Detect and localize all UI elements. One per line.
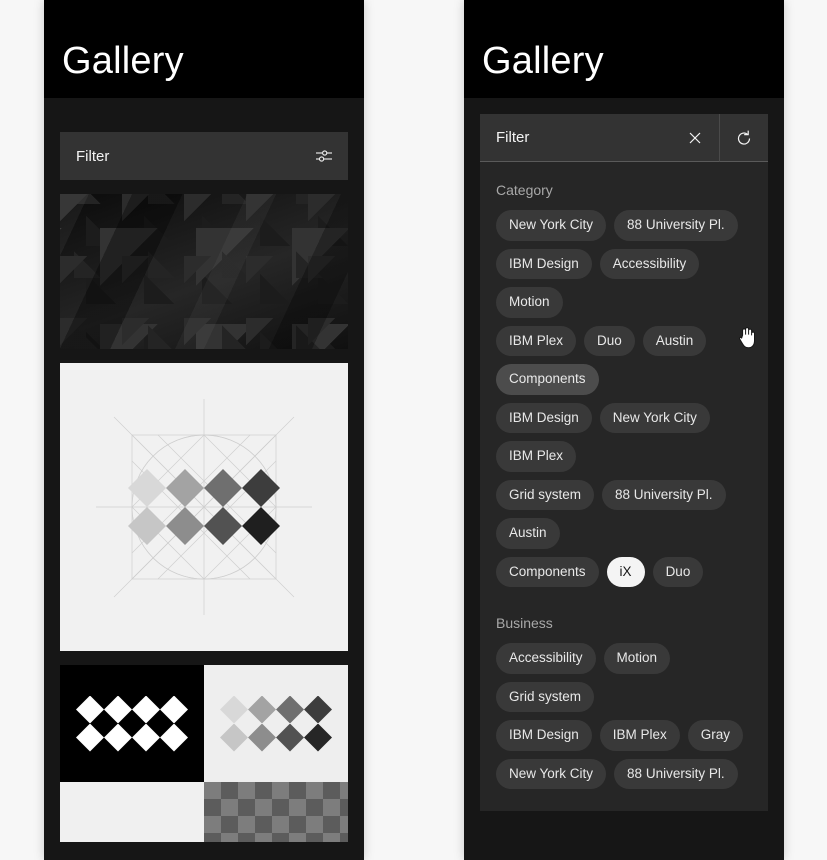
gallery-cards-left	[44, 180, 364, 842]
tag-row: IBM Design IBM Plex Gray	[480, 720, 768, 759]
filter-tag[interactable]: Grid system	[496, 681, 595, 712]
filter-tag-ix-selected[interactable]: iX	[606, 556, 645, 587]
logo-mark-gray	[128, 469, 280, 545]
filter-tag[interactable]: 88 University Pl.	[614, 758, 738, 789]
filter-section-left: Filter	[44, 98, 364, 180]
filter-dropdown: Category New York City 88 University Pl.…	[480, 162, 768, 811]
logo-mark-gray-small	[220, 695, 332, 752]
filter-tag-components-hovered[interactable]: Components	[496, 364, 599, 395]
filter-tag[interactable]: Accessibility	[599, 248, 700, 279]
filter-tag[interactable]: Austin	[642, 325, 707, 356]
page-title: Gallery	[62, 40, 184, 82]
sliders-icon[interactable]	[300, 132, 348, 180]
filter-tag[interactable]: Gray	[687, 720, 744, 751]
filter-tag[interactable]: IBM Plex	[599, 720, 680, 751]
filter-label: Filter	[480, 114, 671, 162]
tag-row: IBM Design New York City IBM Plex	[480, 402, 768, 480]
tile-argyle-pattern	[204, 782, 348, 842]
filter-tag[interactable]: IBM Design	[496, 720, 592, 751]
tile-plain	[60, 782, 204, 842]
filter-tag[interactable]: IBM Design	[496, 402, 592, 433]
reset-icon[interactable]	[719, 114, 768, 162]
tag-row: Components iX Duo	[480, 556, 768, 596]
filter-tag[interactable]: Motion	[603, 643, 671, 674]
filter-tag[interactable]: Components	[496, 556, 599, 587]
filter-tag[interactable]: New York City	[599, 402, 710, 433]
panel-header-left: Gallery	[44, 0, 364, 98]
tag-row: Accessibility Motion Grid system	[480, 643, 768, 720]
gallery-panel-right: Gallery Filter Category New York City 88…	[464, 0, 784, 860]
filter-tag[interactable]: Duo	[652, 556, 704, 587]
close-icon[interactable]	[671, 114, 719, 162]
filter-bar-closed[interactable]: Filter	[60, 132, 348, 180]
tag-row: Grid system 88 University Pl. Austin	[480, 479, 768, 557]
filter-group-title-category: Category	[496, 182, 553, 198]
screen: Gallery Filter Gallery Filter Category N…	[0, 0, 827, 860]
filter-tag[interactable]: Motion	[496, 287, 563, 318]
filter-tag[interactable]: IBM Design	[496, 248, 592, 279]
tag-row: IBM Design Accessibility Motion	[480, 248, 768, 326]
tag-row: New York City 88 University Pl.	[480, 758, 768, 798]
tile-light	[204, 665, 348, 782]
sliders-glyph	[314, 146, 334, 166]
filter-tag[interactable]: New York City	[496, 758, 607, 789]
logo-tiles-image[interactable]	[60, 665, 348, 842]
filter-tag[interactable]: 88 University Pl.	[614, 210, 738, 241]
gallery-panel-left: Gallery Filter	[44, 0, 364, 860]
tag-row: IBM Plex Duo Austin Components	[480, 325, 768, 403]
grid-construction-image[interactable]	[60, 363, 348, 651]
filter-label: Filter	[76, 147, 110, 165]
dark-blocks-image[interactable]	[60, 194, 348, 349]
filter-tag[interactable]: New York City	[496, 210, 607, 241]
filter-tag[interactable]: IBM Plex	[496, 441, 577, 472]
filter-tag[interactable]: Duo	[584, 325, 635, 356]
filter-section-right: Filter Category New York City 88 Univers…	[464, 0, 784, 811]
filter-tag[interactable]: Grid system	[496, 479, 595, 510]
filter-tag[interactable]: Accessibility	[496, 643, 596, 674]
close-glyph	[687, 130, 703, 146]
filter-bar-open[interactable]: Filter	[480, 114, 768, 162]
reset-glyph	[734, 128, 754, 148]
filter-group-title-business: Business	[496, 615, 553, 631]
tile-black	[60, 665, 204, 782]
filter-tag[interactable]: 88 University Pl.	[602, 479, 726, 510]
filter-tag[interactable]: Austin	[496, 518, 560, 549]
filter-tag[interactable]: IBM Plex	[496, 325, 577, 356]
tag-row: New York City 88 University Pl.	[480, 210, 768, 249]
logo-mark-white	[76, 695, 188, 752]
